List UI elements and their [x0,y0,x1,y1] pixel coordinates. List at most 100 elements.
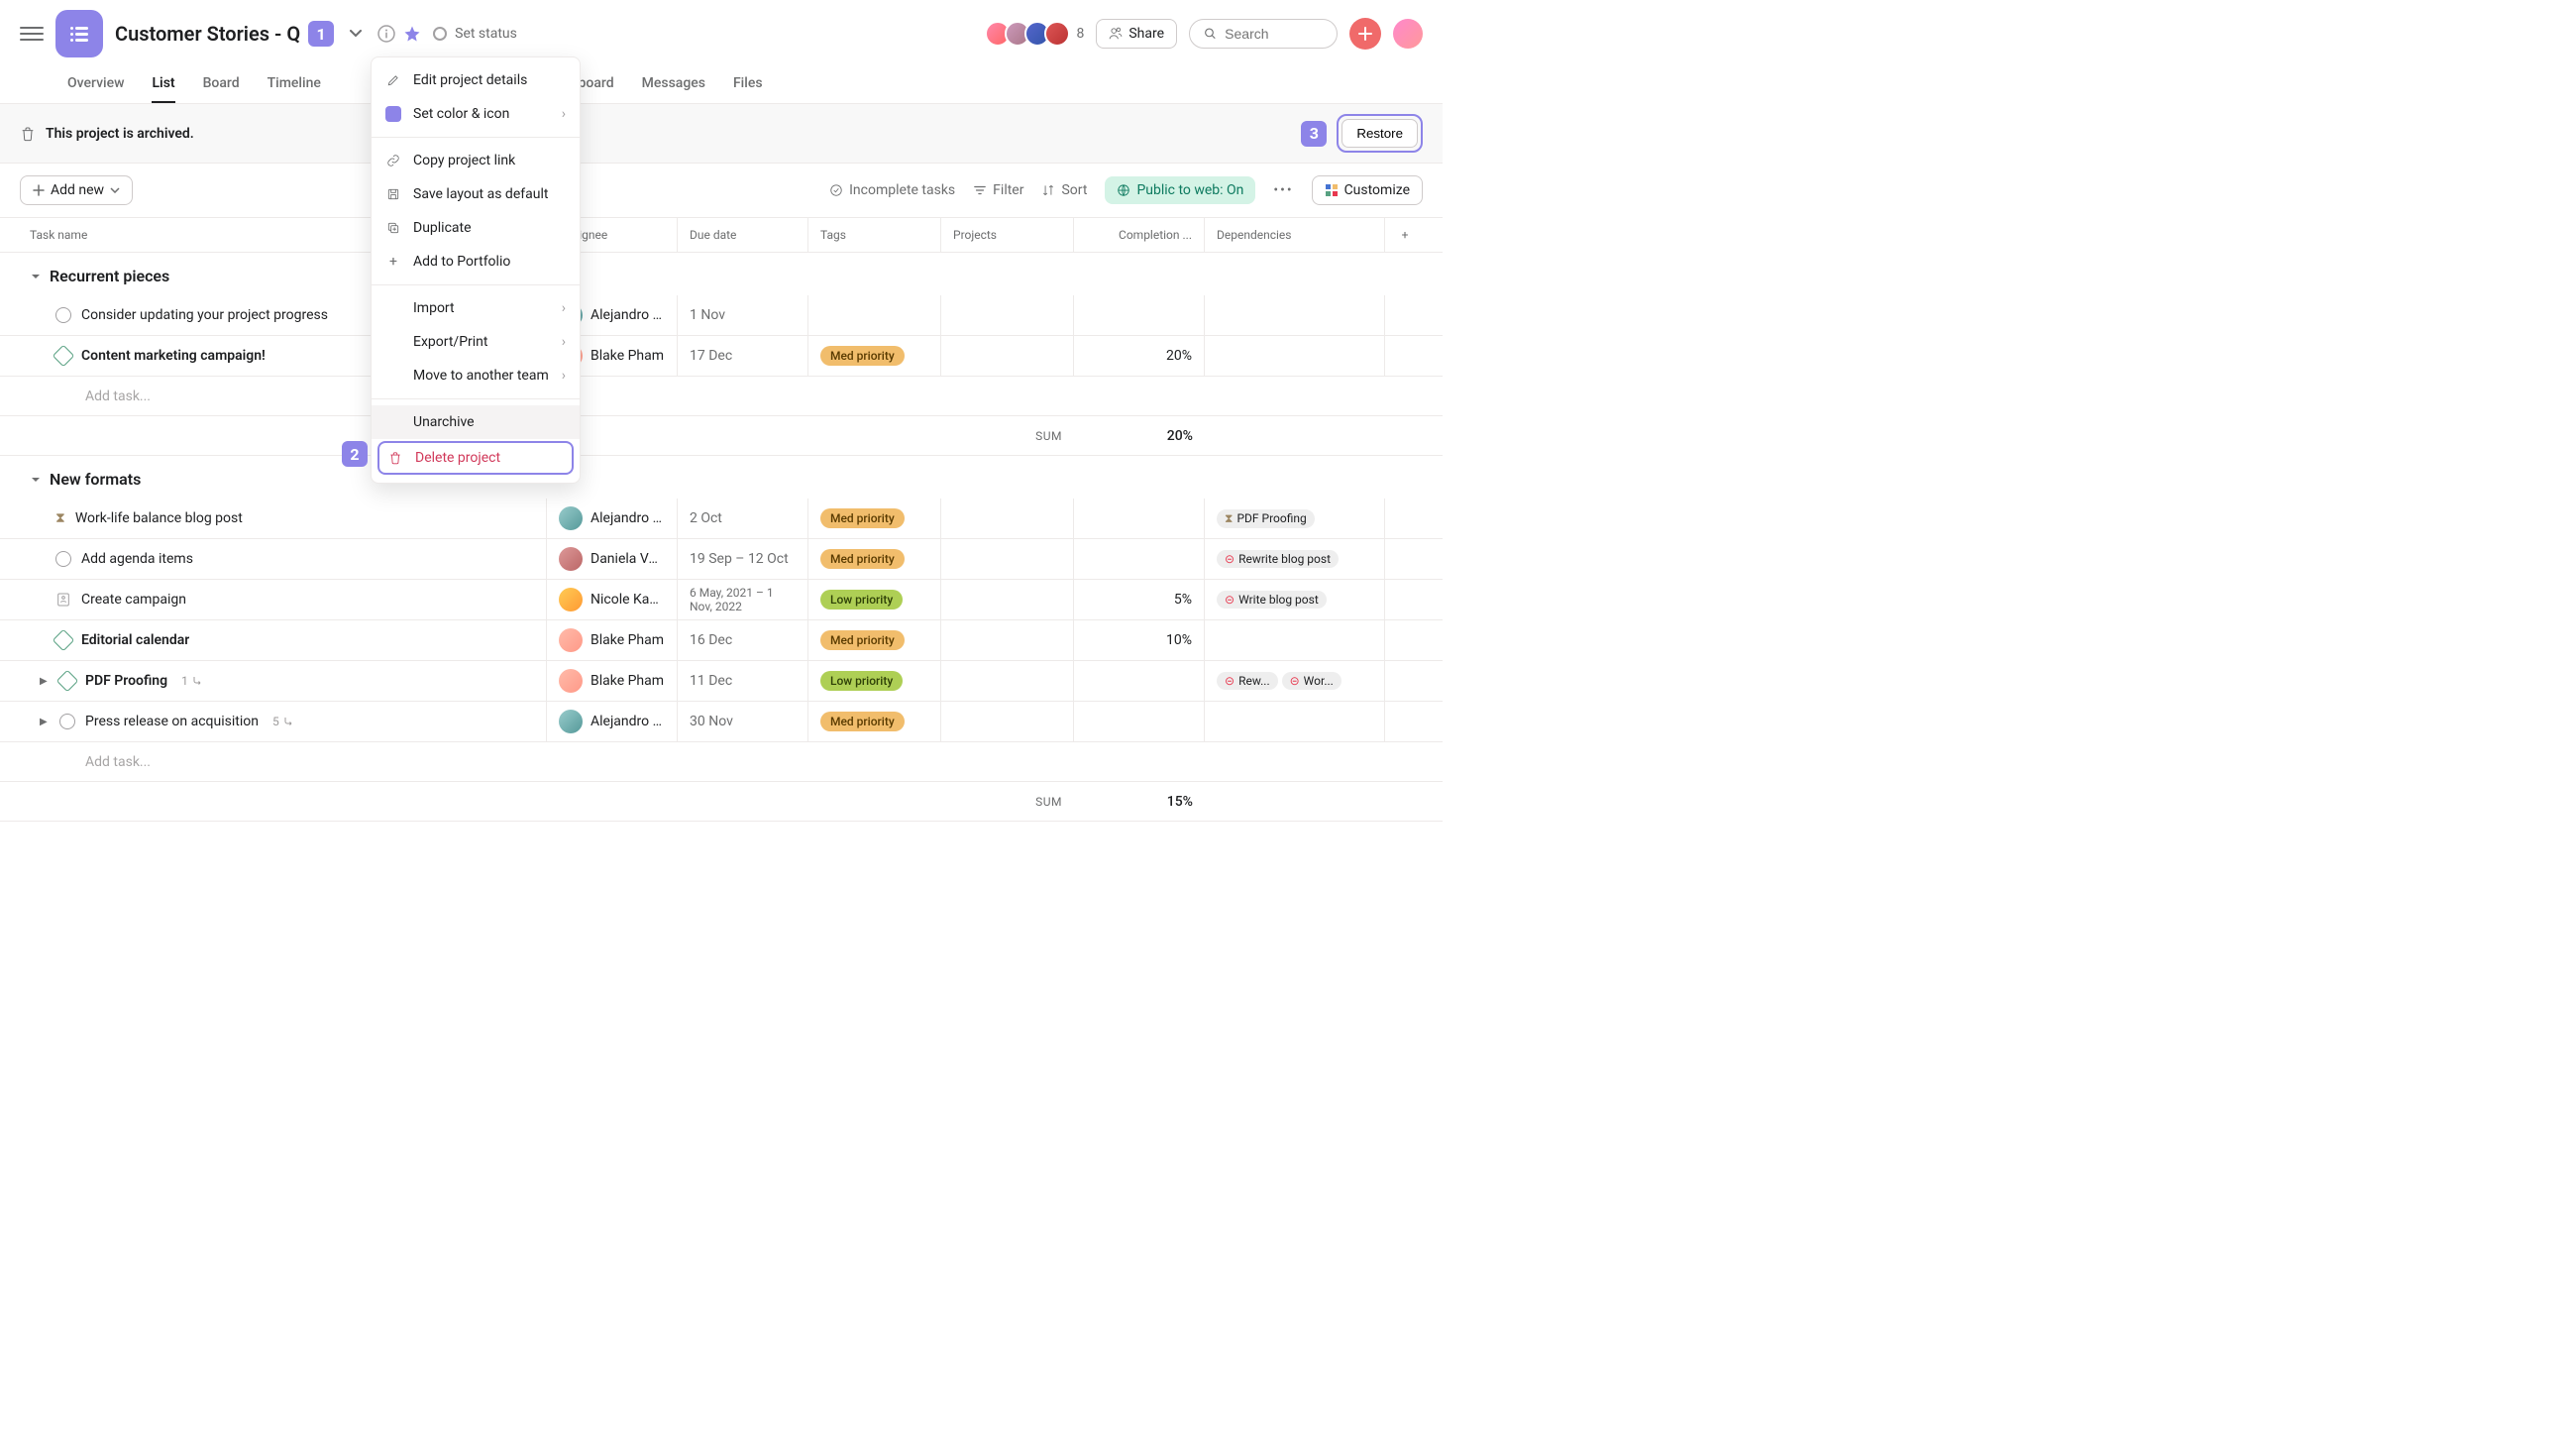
task-row[interactable]: ▶Press release on acquisition5 Alejandro… [0,702,1443,742]
menu-import[interactable]: Import› [372,291,580,325]
sum-value: 15% [1074,794,1205,810]
profile-avatar[interactable] [1393,19,1423,49]
milestone-icon[interactable] [56,670,79,693]
search-box[interactable] [1189,19,1338,49]
menu-set-color[interactable]: Set color & icon› [372,97,580,131]
due-date: 6 May, 2021 – 1 Nov, 2022 [690,586,796,614]
public-to-web-button[interactable]: Public to web: On [1105,176,1255,204]
milestone-icon[interactable] [53,345,75,368]
avatar [1044,21,1070,47]
column-due[interactable]: Due date [678,218,808,252]
chevron-right-icon: › [562,334,566,350]
filter-button[interactable]: Filter [973,182,1023,198]
task-row[interactable]: Create campaign Nicole Kap... 6 May, 202… [0,580,1443,620]
due-date: 30 Nov [690,714,733,729]
expand-icon[interactable]: ▶ [40,676,50,687]
task-row[interactable]: Consider updating your project progress … [0,295,1443,336]
expand-icon[interactable]: ▶ [40,717,50,727]
assignee-name: Daniela Var... [590,551,665,567]
more-actions-button[interactable]: ••• [1273,182,1293,198]
star-icon[interactable] [403,25,421,43]
task-row[interactable]: ⧗Work-life balance blog post Alejandro L… [0,499,1443,539]
section-header[interactable]: Recurrent pieces [0,253,1443,295]
member-avatars[interactable]: 8 [991,21,1084,47]
dependency-pill[interactable]: ⊝Rewrite blog post [1217,550,1339,568]
set-status-label: Set status [455,26,517,42]
menu-save-layout[interactable]: Save layout as default [372,177,580,211]
avatar [559,506,583,530]
sum-label: SUM [0,795,1074,809]
tab-timeline[interactable]: Timeline [268,65,321,103]
customize-icon [1325,183,1339,197]
due-date: 17 Dec [690,348,732,364]
tab-overview[interactable]: Overview [67,65,124,103]
menu-add-portfolio[interactable]: +Add to Portfolio [372,245,580,278]
due-date: 19 Sep – 12 Oct [690,551,789,567]
task-name: Add agenda items [81,551,193,567]
task-name: Create campaign [81,592,186,608]
task-name: Work-life balance blog post [75,510,243,526]
project-icon [55,10,103,57]
customize-button[interactable]: Customize [1312,175,1423,205]
avatar [559,710,583,733]
global-add-button[interactable] [1349,18,1381,50]
collapse-icon[interactable] [30,474,42,486]
milestone-icon[interactable] [53,629,75,652]
menu-export[interactable]: Export/Print› [372,325,580,359]
info-icon[interactable] [377,25,395,43]
chevron-right-icon: › [562,368,566,384]
completion-value: 10% [1166,632,1192,648]
add-task-button[interactable]: Add task... [0,742,1443,782]
due-date: 2 Oct [690,510,722,526]
tab-board[interactable]: Board [203,65,240,103]
add-new-button[interactable]: Add new [20,175,133,205]
column-projects[interactable]: Projects [941,218,1074,252]
dependency-pill[interactable]: ⊝Rew... [1217,672,1278,690]
search-icon [1204,26,1217,42]
add-column-button[interactable]: + [1385,218,1425,252]
tab-messages[interactable]: Messages [642,65,705,103]
menu-copy-link[interactable]: Copy project link [372,144,580,177]
incomplete-tasks-filter[interactable]: Incomplete tasks [829,182,955,198]
complete-checkbox[interactable] [59,714,75,729]
chevron-right-icon: › [562,106,566,122]
column-dependencies[interactable]: Dependencies [1205,218,1385,252]
add-task-button[interactable]: Add task... [0,377,1443,416]
task-name: Consider updating your project progress [81,307,328,323]
tab-files[interactable]: Files [733,65,763,103]
task-row[interactable]: Editorial calendar Blake Pham 16 Dec Med… [0,620,1443,661]
task-row[interactable]: ▶PDF Proofing1 Blake Pham 11 Dec Low pri… [0,661,1443,702]
dependency-pill[interactable]: ⊝Write blog post [1217,591,1327,609]
section-header[interactable]: New formats [0,456,1443,499]
collapse-icon[interactable] [30,271,42,282]
priority-tag: Med priority [820,712,905,731]
tab-list[interactable]: List [152,65,174,103]
project-menu-toggle[interactable] [342,20,370,48]
dependency-pill[interactable]: ⊝Wor... [1282,672,1342,690]
menu-unarchive[interactable]: Unarchive [372,405,580,439]
task-row[interactable]: Add agenda items Daniela Var... 19 Sep –… [0,539,1443,580]
menu-icon[interactable] [20,22,44,46]
search-input[interactable] [1225,26,1323,42]
dependency-pill[interactable]: ⧗PDF Proofing [1217,509,1315,528]
assignee-name: Alejandro L... [590,307,665,323]
sort-button[interactable]: Sort [1041,182,1087,198]
assignee-name: Blake Pham [590,632,664,648]
archived-message: This project is archived. [46,126,194,142]
set-status-button[interactable]: Set status [433,26,517,42]
complete-checkbox[interactable] [55,551,71,567]
task-row[interactable]: Content marketing campaign! Blake Pham 1… [0,336,1443,377]
column-tags[interactable]: Tags [808,218,941,252]
menu-move-team[interactable]: Move to another team› [372,359,580,392]
restore-button[interactable]: Restore [1342,119,1418,148]
menu-delete-project[interactable]: Delete project [377,441,574,475]
column-completion[interactable]: Completion ... [1074,218,1205,252]
assignee-name: Alejandro L... [590,714,665,729]
priority-tag: Med priority [820,508,905,528]
due-date: 11 Dec [690,673,732,689]
complete-checkbox[interactable] [55,307,71,323]
avatar [559,588,583,611]
menu-duplicate[interactable]: Duplicate [372,211,580,245]
share-button[interactable]: Share [1096,19,1177,49]
menu-edit-details[interactable]: Edit project details [372,63,580,97]
